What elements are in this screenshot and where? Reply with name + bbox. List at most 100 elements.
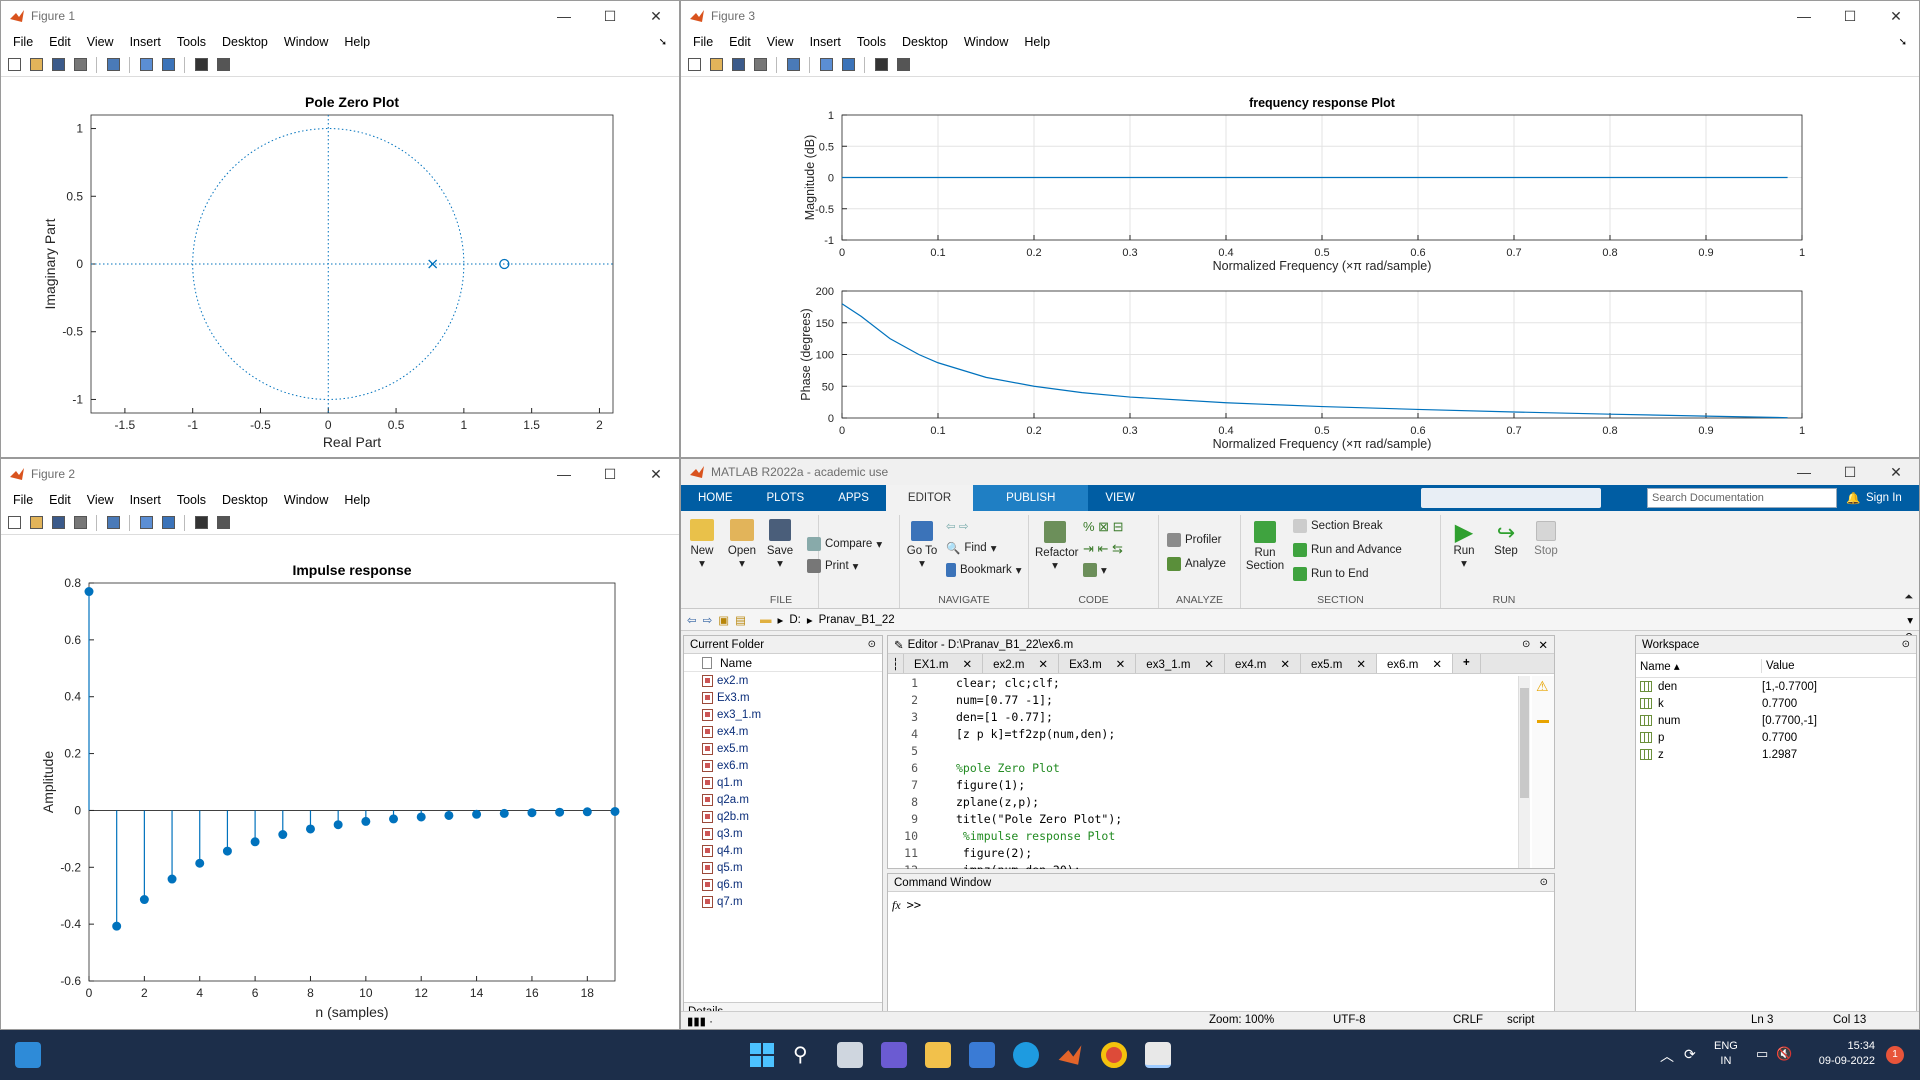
menu-file[interactable]: File <box>5 35 41 49</box>
open-button[interactable]: Open ▾ <box>725 519 759 571</box>
new-figure-icon[interactable] <box>5 515 23 531</box>
bell-icon[interactable]: 🔔 <box>1846 491 1860 505</box>
pointer-icon[interactable] <box>872 57 890 73</box>
open-file-icon[interactable] <box>707 57 725 73</box>
file-item[interactable]: q4.m <box>684 842 882 859</box>
run-and-advance-button[interactable]: Run and Advance <box>1293 543 1402 557</box>
close-icon[interactable]: ✕ <box>1873 464 1919 481</box>
editor-tab[interactable]: ex2.m ✕ <box>983 654 1060 673</box>
editor-tab[interactable]: ex4.m ✕ <box>1225 654 1302 673</box>
panel-menu-icon[interactable]: ⊙ <box>1902 639 1910 650</box>
tab-apps[interactable]: APPS <box>821 485 886 511</box>
file-item[interactable]: Ex3.m <box>684 689 882 706</box>
close-tab-icon[interactable]: ✕ <box>1280 659 1290 671</box>
code-line[interactable]: 4 [z p k]=tf2zp(num,den); <box>888 725 1554 742</box>
profiler-button[interactable]: Profiler <box>1167 533 1221 547</box>
indent-icons[interactable]: ⇥ ⇤ ⇆ <box>1083 541 1123 557</box>
format-icon[interactable]: ▾ <box>1083 563 1107 577</box>
task-view-icon[interactable] <box>837 1042 863 1068</box>
panel-menu-icon[interactable]: ⊙ <box>1522 639 1530 650</box>
back-icon[interactable]: ⇦ <box>687 613 697 627</box>
menu-window[interactable]: Window <box>956 35 1016 49</box>
save-icon[interactable] <box>49 515 67 531</box>
notification-badge[interactable]: 1 <box>1886 1046 1904 1064</box>
menu-file[interactable]: File <box>685 35 721 49</box>
fx-icon[interactable]: fx <box>892 898 901 913</box>
tab-editor[interactable]: EDITOR <box>885 485 974 511</box>
menu-insert[interactable]: Insert <box>122 493 169 507</box>
figure-2-titlebar[interactable]: Figure 2 — ☐ ✕ <box>1 459 679 489</box>
tab-publish[interactable]: PUBLISH <box>973 485 1089 511</box>
panel-menu-icon[interactable]: ⊙ <box>1540 877 1548 888</box>
save-icon[interactable] <box>729 57 747 73</box>
code-line[interactable]: 3 den=[1 -0.77]; <box>888 708 1554 725</box>
code-line[interactable]: 12 impz(num,den,20); <box>888 861 1554 870</box>
close-editor-icon[interactable]: ✕ <box>1538 638 1548 652</box>
link-plot-icon[interactable] <box>784 57 802 73</box>
colorbar-icon[interactable] <box>817 57 835 73</box>
code-tools-icons[interactable]: % ⊠ ⊟ <box>1083 519 1124 535</box>
tab-home[interactable]: HOME <box>681 485 750 511</box>
menu-window[interactable]: Window <box>276 35 336 49</box>
browse-folder-icon[interactable]: ▤ <box>735 613 746 627</box>
colorbar-icon[interactable] <box>137 57 155 73</box>
step-button[interactable]: ↪ Step <box>1489 521 1523 558</box>
file-item[interactable]: q3.m <box>684 825 882 842</box>
code-line[interactable]: 11 figure(2); <box>888 844 1554 861</box>
tray-sync-icon[interactable]: ⟳ <box>1684 1046 1696 1063</box>
link-plot-icon[interactable] <box>104 515 122 531</box>
legend-icon[interactable] <box>839 57 857 73</box>
close-tab-icon[interactable]: ✕ <box>1432 659 1442 671</box>
save-icon[interactable] <box>49 57 67 73</box>
file-item[interactable]: q5.m <box>684 859 882 876</box>
menu-tools[interactable]: Tools <box>169 493 214 507</box>
editor-tab[interactable]: ex3_1.m ✕ <box>1136 654 1226 673</box>
menu-desktop[interactable]: Desktop <box>214 35 276 49</box>
workspace-row[interactable]: z 1.2987 <box>1636 746 1916 763</box>
menu-edit[interactable]: Edit <box>721 35 759 49</box>
file-item[interactable]: q1.m <box>684 774 882 791</box>
menu-view[interactable]: View <box>79 493 122 507</box>
menu-help[interactable]: Help <box>1016 35 1058 49</box>
file-item[interactable]: q2a.m <box>684 791 882 808</box>
tray-chevron-icon[interactable]: ︿ <box>1660 1046 1674 1066</box>
open-file-icon[interactable] <box>27 515 45 531</box>
file-item[interactable]: ex2.m <box>684 672 882 689</box>
workspace-row[interactable]: p 0.7700 <box>1636 729 1916 746</box>
path-dropdown-icon[interactable]: ▾ <box>1907 613 1913 627</box>
menu-desktop[interactable]: Desktop <box>214 493 276 507</box>
quick-access-toolbar[interactable] <box>1421 488 1601 508</box>
start-icon[interactable] <box>749 1042 775 1068</box>
legend-icon[interactable] <box>159 57 177 73</box>
menu-help[interactable]: Help <box>336 493 378 507</box>
chrome-icon[interactable] <box>1101 1042 1127 1068</box>
editor-tab[interactable]: ex5.m ✕ <box>1301 654 1377 673</box>
find-button[interactable]: 🔍 Find ▾ <box>946 541 996 555</box>
code-line[interactable]: 6 %pole Zero Plot <box>888 759 1554 776</box>
close-tab-icon[interactable]: ✕ <box>962 659 972 671</box>
print-icon[interactable] <box>71 515 89 531</box>
tab-view[interactable]: VIEW <box>1088 485 1151 511</box>
folder-name-header[interactable]: Name <box>684 654 882 672</box>
warning-marker[interactable] <box>1537 720 1549 723</box>
maximize-icon[interactable]: ☐ <box>587 8 633 25</box>
maximize-icon[interactable]: ☐ <box>587 466 633 483</box>
menu-view[interactable]: View <box>759 35 802 49</box>
close-icon[interactable]: ✕ <box>633 466 679 483</box>
matlab-taskbar-icon[interactable] <box>1057 1042 1083 1068</box>
file-item[interactable]: q7.m <box>684 893 882 910</box>
menu-view[interactable]: View <box>79 35 122 49</box>
scrollbar-thumb[interactable] <box>1520 688 1529 798</box>
workspace-row[interactable]: den [1,-0.7700] <box>1636 678 1916 695</box>
minimize-icon[interactable]: — <box>541 466 587 482</box>
close-icon[interactable]: ✕ <box>1873 8 1919 25</box>
goto-button[interactable]: Go To ▾ <box>904 521 940 571</box>
edge-icon[interactable] <box>1013 1042 1039 1068</box>
run-button[interactable]: ▶ Run ▾ <box>1447 521 1481 571</box>
minimize-icon[interactable]: — <box>1781 8 1827 24</box>
code-line[interactable]: 10 %impulse response Plot <box>888 827 1554 844</box>
close-tab-icon[interactable]: ✕ <box>1116 659 1126 671</box>
search-documentation-input[interactable]: Search Documentation <box>1647 488 1837 508</box>
minimize-icon[interactable]: — <box>1781 464 1827 480</box>
colorbar-icon[interactable] <box>137 515 155 531</box>
